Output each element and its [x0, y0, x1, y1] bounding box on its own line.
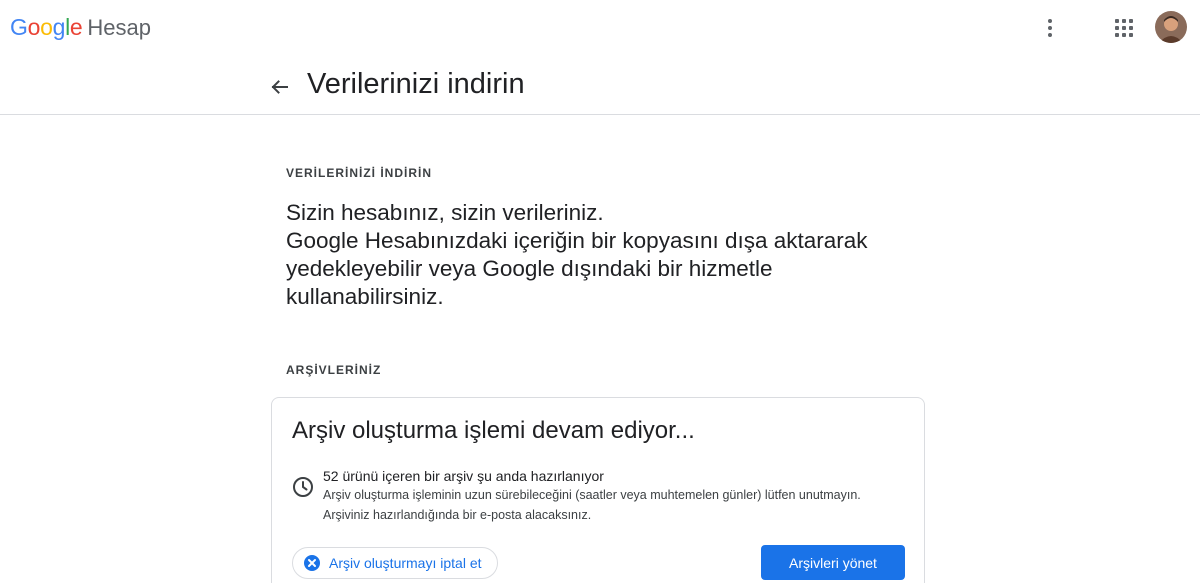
archive-status-text: 52 ürünü içeren bir arşiv şu anda hazırl… [323, 468, 604, 484]
intro-line: Google Hesabınızdaki içeriğin bir kopyas… [286, 228, 868, 253]
back-button[interactable] [266, 74, 292, 100]
archive-status-note: Arşiv oluşturma işleminin uzun sürebilec… [323, 488, 861, 502]
cancel-circle-icon [304, 555, 320, 571]
page-header: Verilerinizi indirin [0, 56, 1200, 115]
google-account-logo[interactable]: Google Hesap [10, 14, 151, 41]
archive-progress-card: Arşiv oluşturma işlemi devam ediyor... 5… [271, 397, 925, 583]
archives-section-label: ARŞİVLERİNİZ [286, 363, 382, 377]
more-vert-icon [1048, 19, 1052, 37]
card-title: Arşiv oluşturma işlemi devam ediyor... [292, 417, 695, 444]
google-wordmark: Google [10, 14, 83, 41]
logo-letter: g [52, 14, 66, 40]
top-app-bar: Google Hesap [0, 0, 1200, 56]
intro-text: Sizin hesabınız, sizin verileriniz. Goog… [286, 199, 896, 311]
apps-grid-icon [1115, 19, 1133, 37]
intro-line: yedekleyebilir veya Google dışındaki bir… [286, 256, 773, 281]
arrow-back-icon [271, 80, 288, 94]
manage-archives-button[interactable]: Arşivleri yönet [761, 545, 905, 580]
cancel-archive-button[interactable]: Arşiv oluşturmayı iptal et [292, 547, 498, 579]
intro-line: kullanabilirsiniz. [286, 284, 444, 309]
cancel-archive-label: Arşiv oluşturmayı iptal et [329, 555, 482, 571]
avatar-image [1155, 11, 1187, 43]
logo-letter: G [10, 14, 28, 40]
intro-section-label: VERİLERİNİZİ İNDİRİN [286, 166, 433, 180]
page-title: Verilerinizi indirin [307, 68, 525, 100]
clock-icon [293, 477, 313, 497]
intro-line: Sizin hesabınız, sizin verileriniz. [286, 200, 604, 225]
logo-letter: o [40, 14, 53, 40]
user-avatar[interactable] [1155, 11, 1187, 43]
product-name: Hesap [87, 15, 151, 40]
more-options-button[interactable] [1036, 14, 1064, 42]
archive-email-note: Arşiviniz hazırlandığında bir e-posta al… [323, 508, 592, 522]
logo-letter: o [27, 14, 41, 40]
google-apps-button[interactable] [1110, 14, 1138, 42]
logo-letter: e [69, 14, 83, 40]
